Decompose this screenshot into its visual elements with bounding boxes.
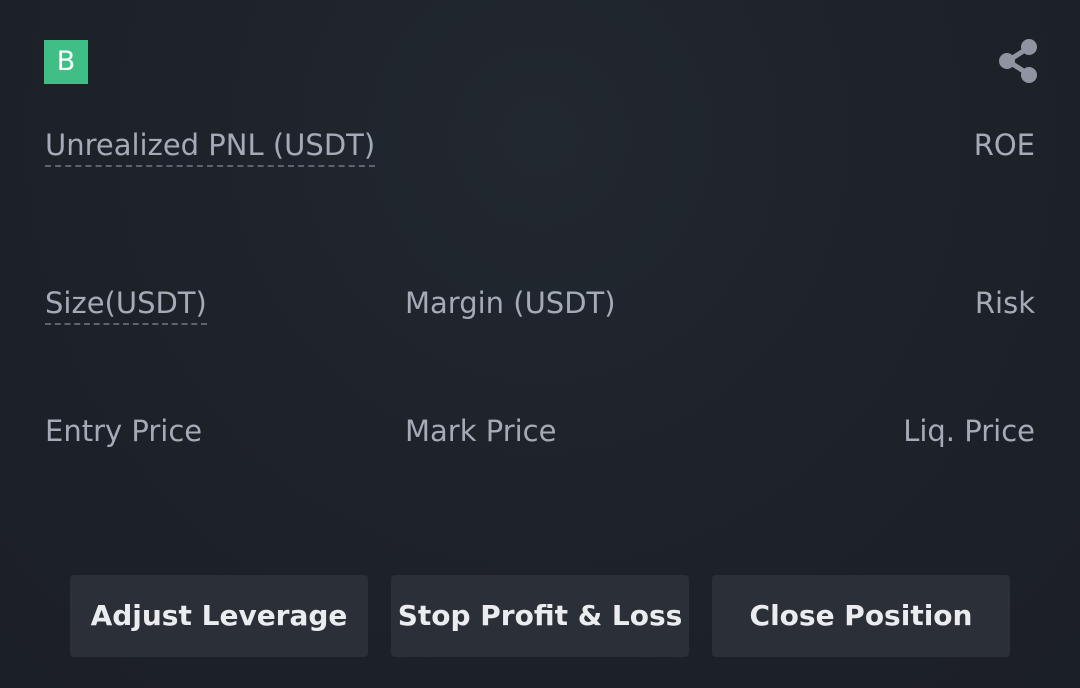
stop-profit-loss-button[interactable]: Stop Profit & Loss [391, 575, 689, 657]
position-card: B Unrealized PNL (USDT) ROE Size(USDT) M… [0, 0, 1080, 688]
margin-label: Margin (USDT) [405, 286, 616, 320]
liq-price-label: Liq. Price [903, 414, 1035, 448]
size-label[interactable]: Size(USDT) [45, 286, 207, 325]
position-side-badge: B [44, 40, 88, 84]
roe-label: ROE [973, 128, 1035, 162]
entry-price-label: Entry Price [45, 414, 203, 448]
close-position-button[interactable]: Close Position [712, 575, 1010, 657]
adjust-leverage-button[interactable]: Adjust Leverage [70, 575, 368, 657]
mark-price-label: Mark Price [405, 414, 557, 448]
risk-label: Risk [974, 286, 1035, 320]
unrealized-pnl-label[interactable]: Unrealized PNL (USDT) [45, 128, 376, 167]
share-icon[interactable] [996, 38, 1042, 84]
